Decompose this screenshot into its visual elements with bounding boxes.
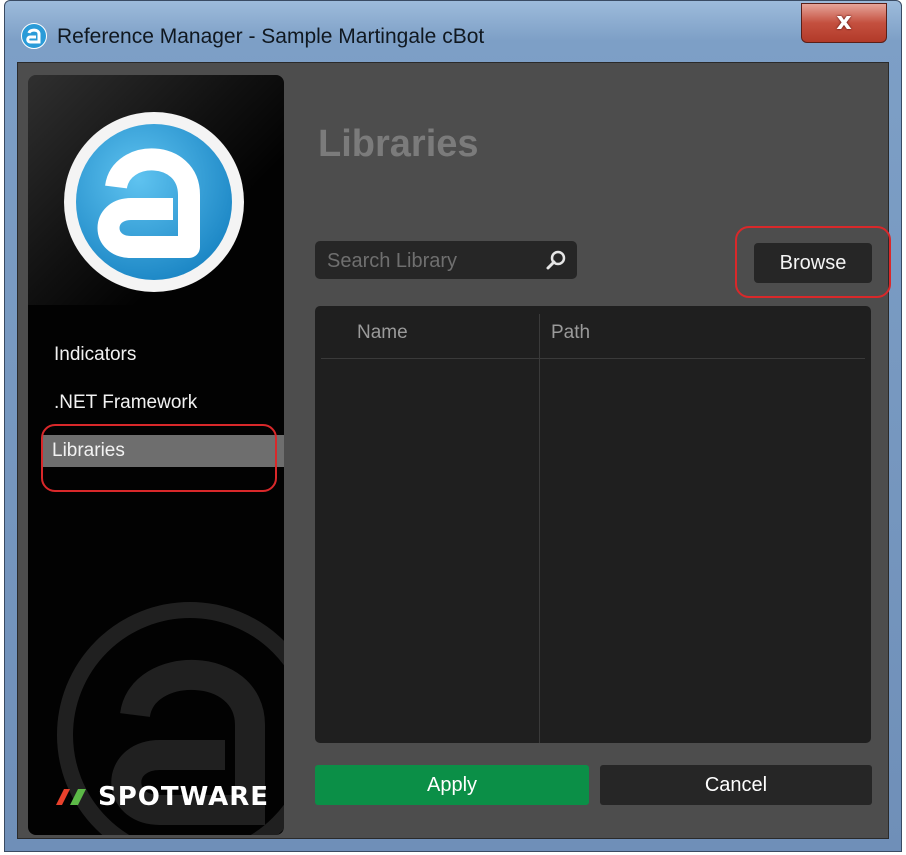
spotware-brand: SPOTWARE — [52, 779, 269, 815]
column-header-path[interactable]: Path — [551, 322, 590, 344]
sidebar-item-indicators[interactable]: Indicators — [44, 339, 284, 371]
apply-button[interactable]: Apply — [315, 765, 589, 805]
brand-name: SPOTWARE — [98, 782, 270, 812]
title-bar: Reference Manager - Sample Martingale cB… — [5, 1, 901, 61]
search-icon[interactable] — [545, 249, 567, 271]
sidebar-item-net-framework[interactable]: .NET Framework — [44, 387, 284, 419]
window-title: Reference Manager - Sample Martingale cB… — [57, 25, 485, 48]
search-box — [315, 241, 577, 281]
dialog-content: Indicators .NET Framework Libraries SPOT… — [17, 62, 889, 839]
sidebar-item-label: .NET Framework — [54, 392, 198, 413]
search-input[interactable] — [325, 241, 529, 281]
sidebar-item-label: Libraries — [52, 440, 125, 461]
header-divider — [321, 358, 865, 359]
close-button[interactable]: x — [801, 3, 887, 43]
calgo-logo-icon — [64, 112, 244, 292]
sidebar: Indicators .NET Framework Libraries SPOT… — [28, 75, 284, 835]
spotware-logo-icon — [56, 789, 86, 805]
column-divider — [539, 314, 540, 743]
sidebar-item-label: Indicators — [54, 344, 137, 365]
cancel-button[interactable]: Cancel — [600, 765, 872, 805]
browse-button[interactable]: Browse — [754, 243, 872, 283]
column-header-name[interactable]: Name — [357, 322, 408, 344]
reference-manager-window: Reference Manager - Sample Martingale cB… — [4, 0, 902, 852]
libraries-table: Name Path — [315, 306, 871, 743]
app-logo-icon — [21, 23, 47, 49]
sidebar-item-libraries[interactable]: Libraries — [42, 435, 284, 467]
close-icon: x — [836, 7, 852, 35]
page-title: Libraries — [318, 123, 479, 165]
